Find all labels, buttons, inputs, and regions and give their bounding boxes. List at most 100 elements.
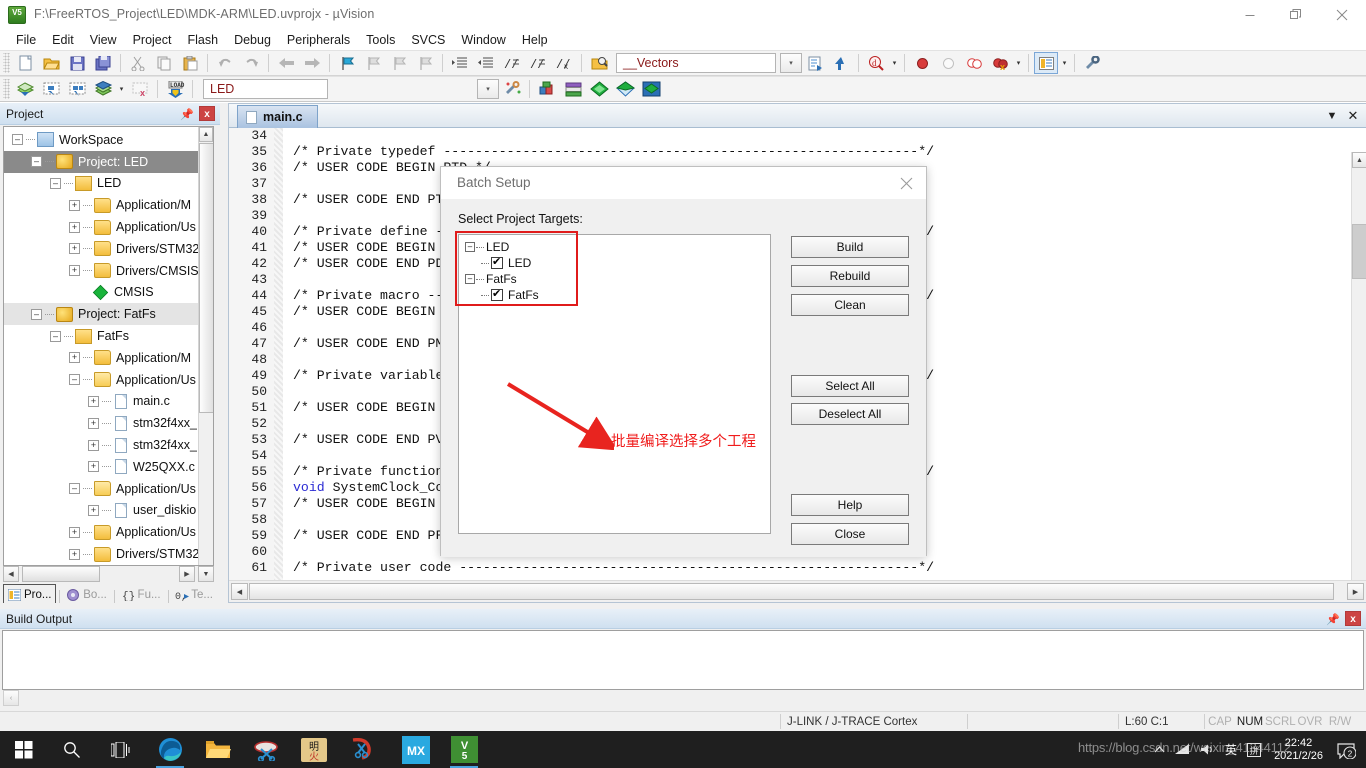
tree-item[interactable]: – Project: FatFs (4, 303, 200, 326)
pack-installer-icon[interactable] (613, 78, 637, 100)
undo-icon[interactable] (213, 52, 237, 74)
manage-windows-dropdown-icon[interactable]: ▾ (1059, 52, 1070, 74)
build-button[interactable]: Build (791, 236, 909, 258)
collapse-icon[interactable]: – (50, 177, 61, 189)
stop-build-icon[interactable]: x (128, 78, 152, 100)
target-options-icon[interactable] (500, 78, 524, 100)
scroll-left-icon[interactable]: ◀ (231, 583, 248, 600)
target-checkbox[interactable] (491, 255, 503, 269)
uvision-button[interactable]: V 5 (440, 731, 488, 768)
help-button[interactable]: Help (791, 494, 909, 516)
tree-item[interactable]: – LED (4, 173, 200, 195)
close-icon[interactable]: x (199, 106, 215, 121)
browse-symbol-icon[interactable] (803, 52, 827, 74)
save-all-icon[interactable] (91, 52, 115, 74)
scroll-left-icon[interactable]: ‹ (3, 690, 19, 706)
network-icon[interactable] (1170, 743, 1195, 756)
taskbar-clock[interactable]: 22:42 2021/2/26 (1266, 737, 1331, 763)
bookmark-next-icon[interactable] (387, 52, 411, 74)
panel-tab-bo[interactable]: Bo... (63, 585, 111, 604)
tree-item[interactable]: – FatFs (4, 325, 200, 347)
pin-icon[interactable]: 📌 (180, 107, 194, 121)
select-software-packs-icon[interactable] (639, 78, 663, 100)
toolbar-grip[interactable] (3, 53, 10, 73)
menu-help[interactable]: Help (514, 31, 556, 49)
close-button[interactable]: Close (791, 523, 909, 545)
menu-flash[interactable]: Flash (179, 31, 226, 49)
project-tree[interactable]: – WorkSpace – Project: LED – LED + Application/… (3, 126, 214, 566)
tree-item[interactable]: + W25QXX.c (4, 456, 200, 478)
tree-item[interactable]: + Drivers/STM32 (4, 238, 200, 260)
uncomment-all-icon[interactable]: //x (552, 52, 576, 74)
collapse-icon[interactable]: – (465, 274, 475, 284)
scroll-up-icon[interactable]: ▲ (199, 127, 213, 142)
menu-file[interactable]: File (8, 31, 44, 49)
save-icon[interactable] (65, 52, 89, 74)
redo-icon[interactable] (239, 52, 263, 74)
expand-icon[interactable]: + (69, 199, 80, 211)
disable-breakpoint-icon[interactable] (936, 52, 960, 74)
clean-button[interactable]: Clean (791, 294, 909, 316)
tree-item[interactable]: + main.c (4, 391, 200, 413)
open-file-icon[interactable] (39, 52, 63, 74)
tree-item[interactable]: + stm32f4xx_ (4, 434, 200, 456)
rebuild-button[interactable]: Rebuild (791, 265, 909, 287)
expand-icon[interactable]: + (88, 395, 99, 407)
tree-item[interactable]: + Application/M (4, 347, 200, 369)
menu-tools[interactable]: Tools (358, 31, 403, 49)
expand-icon[interactable]: + (88, 461, 99, 473)
cut-icon[interactable] (126, 52, 150, 74)
bookmark-prev-icon[interactable] (361, 52, 385, 74)
target-checkbox[interactable] (491, 287, 503, 301)
target-project-row[interactable]: – FatFs (459, 271, 770, 287)
bookmark-toggle-icon[interactable] (335, 52, 359, 74)
pin-icon[interactable]: 📌 (1326, 612, 1340, 626)
find-symbol-dropdown-icon[interactable]: ▾ (889, 52, 900, 74)
navigate-forward-icon[interactable] (300, 52, 324, 74)
expand-icon[interactable]: + (69, 221, 80, 233)
target-select[interactable]: LED (203, 79, 328, 99)
maximize-button[interactable] (1273, 0, 1319, 30)
cubemx-button[interactable]: MX (392, 731, 440, 768)
bookmark-clear-icon[interactable] (413, 52, 437, 74)
manage-project-items-icon[interactable] (561, 78, 585, 100)
scrollbar-thumb[interactable] (199, 143, 213, 413)
translate-icon[interactable] (13, 78, 37, 100)
close-button[interactable] (1319, 0, 1365, 30)
find-in-files-icon[interactable] (587, 52, 611, 74)
target-checkbox-row[interactable]: LED (459, 255, 770, 271)
panel-tab-fu[interactable]: {} Fu... (118, 585, 165, 604)
new-file-icon[interactable] (13, 52, 37, 74)
symbol-combo-dropdown[interactable]: ▾ (780, 53, 802, 73)
show-hidden-icons-button[interactable] (1149, 745, 1170, 754)
tree-item[interactable]: + Drivers/CMSIS (4, 260, 200, 282)
tree-item[interactable]: + user_diskio (4, 500, 200, 522)
ime-chinese-icon[interactable]: 英 (1220, 741, 1242, 758)
expand-icon[interactable]: + (88, 417, 99, 429)
scrollbar-thumb[interactable] (1352, 224, 1366, 279)
minimize-button[interactable] (1227, 0, 1273, 30)
tree-item[interactable]: CMSIS (4, 282, 200, 304)
rebuild-icon[interactable] (65, 78, 89, 100)
scroll-up-icon[interactable]: ▲ (1352, 152, 1366, 168)
goto-definition-icon[interactable] (829, 52, 853, 74)
collapse-icon[interactable]: – (50, 330, 61, 342)
indent-icon[interactable] (448, 52, 472, 74)
tree-item[interactable]: + stm32f4xx_ (4, 412, 200, 434)
action-center-button[interactable]: 2 (1331, 741, 1366, 759)
scroll-more-icon[interactable]: ▼ (198, 566, 214, 582)
build-output-hscrollbar[interactable]: ‹ (2, 690, 1364, 707)
expand-icon[interactable]: + (69, 352, 80, 364)
comment-icon[interactable]: // (500, 52, 524, 74)
symbol-navigation-combo[interactable]: __Vectors (616, 53, 776, 73)
download-icon[interactable]: LOAD (163, 78, 187, 100)
project-tree-scrollbar[interactable]: ▲ (198, 127, 213, 565)
insert-breakpoint-icon[interactable] (910, 52, 934, 74)
build-icon[interactable] (39, 78, 63, 100)
batch-build-icon[interactable] (91, 78, 115, 100)
kill-all-breakpoints-icon[interactable]: x (988, 52, 1012, 74)
manage-run-time-env-icon[interactable] (535, 78, 559, 100)
close-icon[interactable]: x (1345, 611, 1361, 626)
expand-icon[interactable]: + (69, 548, 80, 560)
manage-windows-icon[interactable] (1034, 52, 1058, 74)
